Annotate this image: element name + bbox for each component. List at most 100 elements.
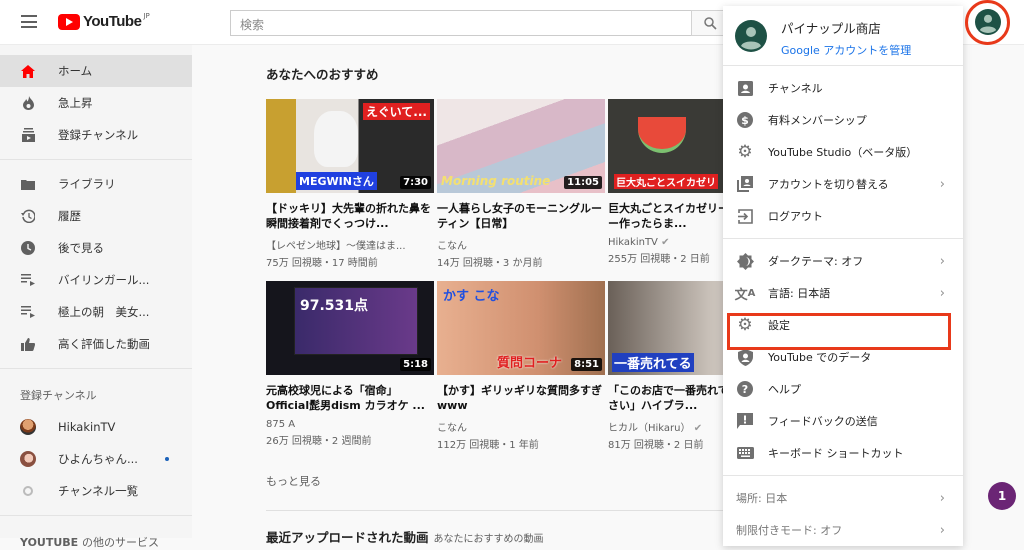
menu-item-label: 制限付きモード: オフ [736, 524, 843, 537]
sidebar-divider [0, 368, 192, 369]
logo-region: JP [143, 11, 150, 20]
thumbnail-caption: かす こな [443, 289, 500, 304]
menu-item-location[interactable]: 場所: 日本 › [723, 482, 963, 514]
video-duration: 11:05 [564, 176, 602, 189]
menu-item-your-data[interactable]: YouTube でのデータ [723, 341, 963, 373]
sidebar-item-watch-later[interactable]: 後で見る [0, 232, 192, 264]
account-avatar-button[interactable] [975, 9, 1001, 35]
video-card[interactable]: Morning routine 11:05 一人暮らし女子のモーニングルーティン… [437, 99, 605, 269]
menu-item-label: ヘルプ [768, 383, 801, 396]
browse-channels-icon [20, 483, 36, 499]
translate-icon: 文A [734, 287, 756, 303]
sidebar-divider [0, 159, 192, 160]
menu-item-channel[interactable]: チャンネル [723, 72, 963, 104]
sidebar-item-playlist-2[interactable]: 極上の朝 美女... [0, 296, 192, 328]
menu-item-feedback[interactable]: フィードバックの送信 [723, 405, 963, 437]
video-channel[interactable]: こなん [437, 237, 605, 252]
video-thumbnail[interactable]: かす こな 質問コーナ 8:51 [437, 281, 605, 375]
menu-hamburger-icon[interactable] [21, 15, 37, 28]
menu-divider [723, 238, 963, 239]
menu-item-restricted-mode[interactable]: 制限付きモード: オフ › [723, 514, 963, 546]
video-title[interactable]: 元高校球児による「宿命」Official髭男dism カラオケ ... [266, 383, 434, 413]
logout-icon [736, 207, 754, 225]
show-more-link[interactable]: もっと見る [266, 473, 321, 489]
menu-item-help[interactable]: ? ヘルプ [723, 373, 963, 405]
thumbnail-watermelon [638, 117, 686, 153]
studio-gear-icon: ⚙ [737, 142, 753, 162]
keyboard-icon [736, 444, 754, 462]
sidebar-item-history[interactable]: 履歴 [0, 200, 192, 232]
menu-item-paid-memberships[interactable]: $ 有料メンバーシップ [723, 104, 963, 136]
chevron-right-icon: › [939, 523, 945, 538]
subscription-hiyonchan[interactable]: ひよんちゃん... [0, 443, 192, 475]
video-title[interactable]: 一人暮らし女子のモーニングルーティン【日常】 [437, 201, 605, 231]
video-meta: 112万 回視聴・1 年前 [437, 440, 539, 451]
sidebar-item-trending[interactable]: 急上昇 [0, 87, 192, 119]
menu-item-keyboard-shortcuts[interactable]: キーボード ショートカット [723, 437, 963, 469]
switch-account-icon [736, 175, 754, 193]
video-duration: 8:51 [571, 358, 602, 371]
menu-item-label: 設定 [768, 319, 790, 332]
video-channel[interactable]: 875 A [266, 419, 434, 430]
video-title[interactable]: 【かす】ギリッギリな質問多すぎwww [437, 383, 605, 413]
thumbnail-caption: 一番売れてる [612, 353, 694, 372]
menu-item-label: フィードバックの送信 [768, 415, 878, 428]
menu-item-label: キーボード ショートカット [768, 447, 904, 460]
search-icon [704, 17, 717, 30]
feedback-icon [736, 412, 754, 430]
menu-item-language[interactable]: 文A 言語: 日本語 › [723, 277, 963, 309]
verified-icon: ✔ [661, 237, 670, 248]
sidebar-item-playlist-1[interactable]: バイリンガール... [0, 264, 192, 296]
paid-membership-icon: $ [736, 111, 754, 129]
sidebar-item-home[interactable]: ホーム [0, 55, 192, 87]
video-meta: 26万 回視聴・2 週間前 [266, 436, 372, 447]
video-card[interactable]: えぐいて... MEGWINさん 7:30 【ドッキリ】大先輩の折れた鼻を瞬間接… [266, 99, 434, 269]
section-subtitle: あなたにおすすめの動画 [433, 534, 544, 545]
video-meta: 75万 回視聴・17 時間前 [266, 258, 378, 269]
video-channel[interactable]: 【レペゼン地球】〜僕達はま... [266, 237, 434, 252]
thumbnail-caption: MEGWINさん [296, 172, 377, 190]
video-card[interactable]: 97.531点 5:18 元高校球児による「宿命」Official髭男dism … [266, 281, 434, 447]
home-icon [20, 63, 36, 79]
thumbnail-caption: 巨大丸ごとスイカゼリ [614, 174, 718, 189]
menu-item-label: YouTube Studio（ベータ版） [768, 146, 918, 159]
search-input[interactable]: 検索 [230, 10, 692, 36]
menu-item-switch-account[interactable]: アカウントを切り替える › [723, 168, 963, 200]
shield-user-icon [736, 348, 754, 366]
more-services-heading: YOUTUBE の他のサービス [0, 524, 192, 550]
subscription-hikakintv[interactable]: HikakinTV [0, 411, 192, 443]
video-card[interactable]: かす こな 質問コーナ 8:51 【かす】ギリッギリな質問多すぎwww こなん … [437, 281, 605, 451]
menu-item-youtube-studio[interactable]: ⚙ YouTube Studio（ベータ版） [723, 136, 963, 168]
menu-item-settings[interactable]: ⚙ 設定 [723, 309, 963, 341]
subscription-browse-channels[interactable]: チャンネル一覧 [0, 475, 192, 507]
manage-google-account-link[interactable]: Google アカウントを管理 [781, 42, 911, 58]
playlist-icon [20, 304, 36, 320]
menu-item-label: 場所: 日本 [736, 492, 788, 505]
sidebar-item-subscriptions[interactable]: 登録チャンネル [0, 119, 192, 151]
youtube-play-icon [58, 13, 80, 30]
channel-avatar [20, 419, 36, 435]
thumbnail-caption: 97.531点 [300, 298, 369, 314]
subscriptions-icon [20, 127, 36, 143]
sidebar-item-liked-videos[interactable]: 高く評価した動画 [0, 328, 192, 360]
menu-item-logout[interactable]: ログアウト [723, 200, 963, 232]
notification-badge[interactable]: 1 [988, 482, 1016, 510]
chevron-right-icon: › [939, 254, 945, 269]
account-header: パイナップル商店 Google アカウントを管理 [723, 6, 963, 66]
video-meta: 14万 回視聴・3 か月前 [437, 258, 543, 269]
subscriptions-heading: 登録チャンネル [20, 389, 97, 402]
menu-item-label: チャンネル [768, 82, 823, 95]
trending-icon [20, 95, 36, 111]
youtube-logo[interactable]: YouTube JP [58, 11, 150, 30]
menu-item-dark-theme[interactable]: ダークテーマ: オフ › [723, 245, 963, 277]
video-channel[interactable]: こなん [437, 419, 605, 434]
folder-icon [20, 176, 36, 192]
video-title[interactable]: 【ドッキリ】大先輩の折れた鼻を瞬間接着剤でくっつけ... [266, 201, 434, 231]
video-thumbnail[interactable]: えぐいて... MEGWINさん 7:30 [266, 99, 434, 193]
video-thumbnail[interactable]: Morning routine 11:05 [437, 99, 605, 193]
channel-icon [736, 79, 754, 97]
sidebar-item-library[interactable]: ライブラリ [0, 168, 192, 200]
menu-item-label: 言語: 日本語 [768, 287, 831, 300]
video-thumbnail[interactable]: 97.531点 5:18 [266, 281, 434, 375]
menu-item-label: ログアウト [768, 210, 823, 223]
